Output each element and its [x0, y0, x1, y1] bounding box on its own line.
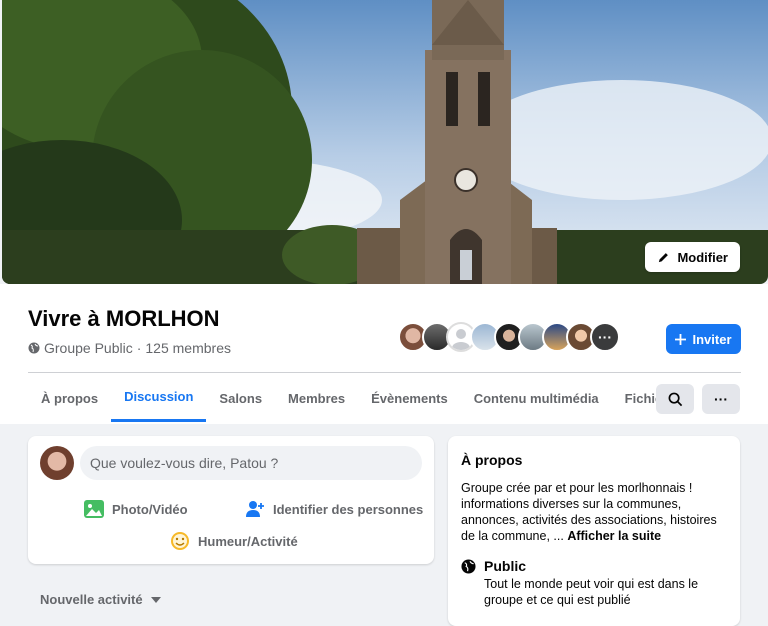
group-tabs: À propos Discussion Salons Membres Évène…: [28, 374, 688, 424]
privacy-info: Public Tout le monde peut voir qui est d…: [461, 558, 714, 608]
group-members-count[interactable]: 125 membres: [145, 340, 231, 356]
tag-people-button[interactable]: Identifier des personnes: [245, 500, 423, 518]
mood-activity-button[interactable]: Humeur/Activité: [170, 531, 298, 551]
meta-separator: ·: [136, 340, 142, 356]
more-members-avatar[interactable]: ···: [590, 322, 620, 352]
mood-activity-label: Humeur/Activité: [198, 533, 298, 549]
search-icon: [668, 392, 682, 406]
tab-evenements[interactable]: Évènements: [358, 374, 461, 422]
plus-icon: [675, 333, 687, 345]
tab-membres[interactable]: Membres: [275, 374, 358, 422]
about-description: Groupe crée par et pour les morlhonnais …: [461, 480, 729, 544]
composer-input[interactable]: Que voulez-vous dire, Patou ?: [80, 446, 422, 480]
more-options-button[interactable]: ···: [702, 384, 740, 414]
post-composer: Que voulez-vous dire, Patou ? Photo/Vidé…: [28, 436, 434, 564]
group-header: Vivre à MORLHON Groupe Public · 125 memb…: [0, 284, 768, 424]
group-meta: Groupe Public · 125 membres: [28, 340, 231, 356]
pencil-icon: [659, 252, 669, 262]
see-more-link[interactable]: Afficher la suite: [567, 529, 661, 543]
header-divider: [28, 372, 741, 373]
feed-sort-dropdown[interactable]: Nouvelle activité: [40, 592, 161, 607]
photo-video-label: Photo/Vidéo: [112, 501, 188, 517]
about-card: À propos Groupe crée par et pour les mor…: [448, 436, 740, 626]
tag-people-label: Identifier des personnes: [273, 501, 424, 517]
search-button[interactable]: [656, 384, 694, 414]
invite-label: Inviter: [692, 331, 732, 347]
privacy-description: Tout le monde peut voir qui est dans le …: [484, 577, 699, 607]
caret-down-icon: [150, 596, 161, 603]
avatar[interactable]: [40, 446, 74, 480]
edit-cover-label: Modifier: [677, 249, 728, 265]
edit-cover-button[interactable]: Modifier: [645, 242, 740, 272]
globe-icon: [28, 342, 40, 354]
member-avatars: ···: [398, 322, 620, 354]
group-title: Vivre à MORLHON: [28, 306, 220, 331]
photo-icon: [84, 500, 104, 518]
group-privacy[interactable]: Groupe Public: [44, 340, 133, 356]
feed-sort-label: Nouvelle activité: [40, 592, 143, 607]
smiley-icon: [171, 532, 189, 550]
tab-a-propos[interactable]: À propos: [28, 374, 111, 422]
globe-icon: [461, 559, 476, 574]
tab-discussion[interactable]: Discussion: [111, 374, 207, 422]
privacy-title: Public: [484, 558, 527, 574]
tag-person-icon: [246, 501, 264, 517]
tab-contenu-multimedia[interactable]: Contenu multimédia: [461, 374, 612, 422]
tab-salons[interactable]: Salons: [206, 374, 275, 422]
about-title: À propos: [461, 452, 523, 468]
photo-video-button[interactable]: Photo/Vidéo: [84, 500, 188, 518]
invite-button[interactable]: Inviter: [666, 324, 741, 354]
more-icon: ···: [714, 391, 728, 407]
